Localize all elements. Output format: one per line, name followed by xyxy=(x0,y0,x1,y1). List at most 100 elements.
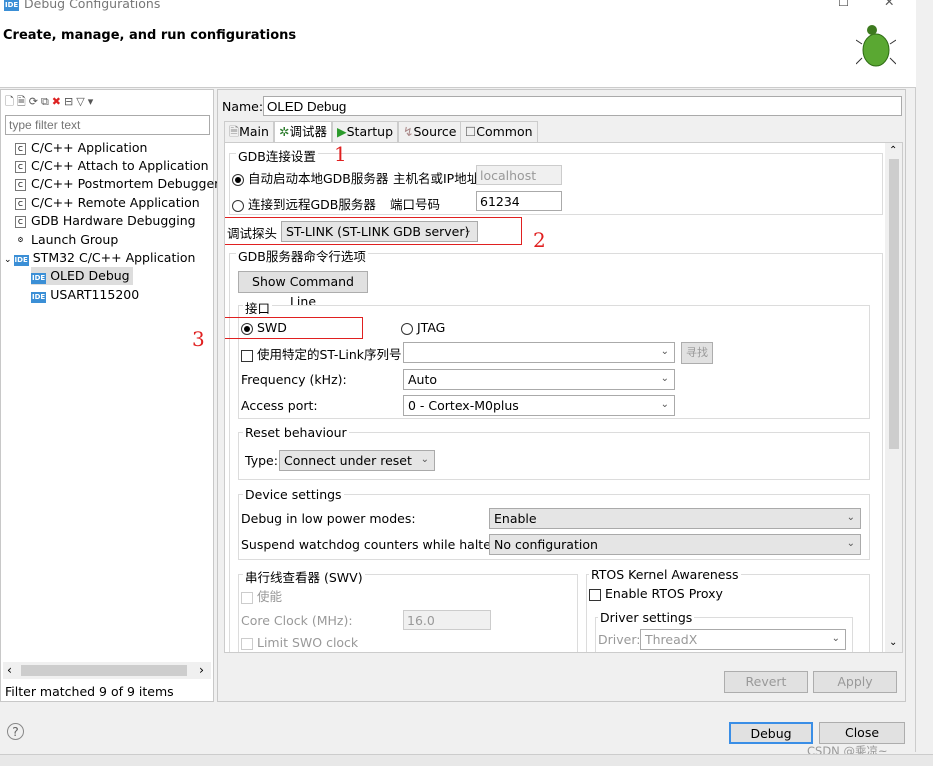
close-button[interactable]: Close xyxy=(819,722,905,744)
tree-item-label: USART115200 xyxy=(50,287,140,302)
tab-source[interactable]: ↯Source xyxy=(398,121,462,142)
annotation-3: 3 xyxy=(192,327,205,351)
show-command-line-button[interactable]: Show Command Line xyxy=(238,271,368,309)
tree-item-stm32[interactable]: ⌄ IDE STM32 C/C++ Application xyxy=(4,249,195,267)
expand-chevron-icon[interactable]: ⌄ xyxy=(4,255,12,265)
driver-select[interactable]: ThreadX ⌄ xyxy=(640,629,846,650)
tree-item-cpp-application[interactable]: C C/C++ Application xyxy=(15,139,147,157)
tab-startup[interactable]: ▶Startup xyxy=(332,121,399,142)
view-menu-icon[interactable]: ▾ xyxy=(88,95,97,108)
low-power-select[interactable]: Enable ⌄ xyxy=(489,508,861,529)
core-clock-input[interactable]: 16.0 xyxy=(403,610,491,630)
c-icon: C xyxy=(15,160,26,173)
rtos-proxy-checkbox[interactable]: Enable RTOS Proxy xyxy=(589,586,723,601)
name-input[interactable] xyxy=(263,96,902,116)
tab-label: 调试器 xyxy=(289,124,327,139)
use-serial-checkbox[interactable]: 使用特定的ST-Link序列号 xyxy=(241,344,402,363)
frequency-label: Frequency (kHz): xyxy=(241,372,347,387)
chevron-down-icon: ⌄ xyxy=(660,346,669,357)
tab-main[interactable]: 🗎Main xyxy=(224,121,274,142)
checkbox-label: Enable RTOS Proxy xyxy=(605,586,723,601)
rtos-group: RTOS Kernel Awareness Enable RTOS Proxy … xyxy=(586,567,870,652)
configuration-editor: Name: 🗎Main ✲调试器 ▶Startup ↯Source ☐Commo… xyxy=(217,89,906,702)
duplicate-icon[interactable]: ⧉ xyxy=(41,95,52,108)
debug-button[interactable]: Debug xyxy=(729,722,813,744)
tree-item-cpp-postmortem[interactable]: C C/C++ Postmortem Debugger xyxy=(15,175,219,193)
tree-item-label: GDB Hardware Debugging xyxy=(31,213,196,228)
reset-type-select[interactable]: Connect under reset ⌄ xyxy=(279,450,435,471)
tab-bar: 🗎Main ✲调试器 ▶Startup ↯Source ☐Common xyxy=(224,121,544,143)
serial-select[interactable]: ⌄ xyxy=(403,342,675,363)
annotation-2: 2 xyxy=(533,228,546,252)
ide-icon: IDE xyxy=(4,0,20,11)
apply-button[interactable]: Apply xyxy=(813,671,897,693)
c-icon: C xyxy=(15,197,26,210)
auto-start-radio[interactable]: 自动启动本地GDB服务器 xyxy=(232,168,388,187)
tree-item-label: Launch Group xyxy=(31,232,119,247)
tab-common[interactable]: ☐Common xyxy=(460,121,538,142)
maximize-button[interactable]: ☐ xyxy=(838,0,849,9)
select-value: No configuration xyxy=(494,537,598,552)
new-prototype-icon[interactable]: 🗎 xyxy=(17,95,29,108)
watchdog-select[interactable]: No configuration ⌄ xyxy=(489,534,861,555)
scroll-up-icon[interactable]: ⌃ xyxy=(889,145,897,156)
scroll-right-icon[interactable]: › xyxy=(199,662,204,677)
tree-item-launch-group[interactable]: ⚙ Launch Group xyxy=(15,231,118,249)
frequency-select[interactable]: Auto ⌄ xyxy=(403,369,675,390)
radio-label: SWD xyxy=(257,320,287,335)
radio-label: JTAG xyxy=(417,320,446,335)
probe-select[interactable]: ST-LINK (ST-LINK GDB server) ⌄ xyxy=(281,221,478,242)
checkbox-label: 使用特定的ST-Link序列号 xyxy=(257,347,402,362)
tree-item-label: C/C++ Remote Application xyxy=(31,195,200,210)
scrollbar-thumb[interactable] xyxy=(21,665,187,676)
horizontal-scrollbar[interactable]: ‹ › xyxy=(3,662,211,679)
revert-button[interactable]: Revert xyxy=(724,671,808,693)
host-input[interactable]: localhost xyxy=(476,165,562,185)
port-input[interactable]: 61234 xyxy=(476,191,562,211)
tree-item-label: C/C++ Postmortem Debugger xyxy=(31,176,220,191)
filter-status: Filter matched 9 of 9 items xyxy=(5,684,174,699)
filter-icon[interactable]: ▽ xyxy=(76,95,87,108)
ide-icon: IDE xyxy=(31,292,47,303)
checkbox-label: Limit SWO clock xyxy=(257,635,359,650)
reset-group: Reset behaviour Type: Connect under rese… xyxy=(238,425,870,480)
export-icon[interactable]: ⟳ xyxy=(29,95,41,108)
tab-debugger[interactable]: ✲调试器 xyxy=(274,121,332,142)
access-port-select[interactable]: 0 - Cortex-M0plus ⌄ xyxy=(403,395,675,416)
limit-swo-checkbox[interactable]: Limit SWO clock xyxy=(241,635,358,650)
gdb-connection-group: GDB连接设置 自动启动本地GDB服务器 主机名或IP地址 localhost … xyxy=(229,146,883,215)
tab-label: Main xyxy=(239,124,269,139)
chevron-down-icon: ⌄ xyxy=(846,538,855,549)
tree-item-usart115200[interactable]: IDE USART115200 xyxy=(31,286,139,304)
tab-label: Source xyxy=(413,124,457,139)
jtag-radio[interactable]: JTAG xyxy=(401,320,445,335)
filter-input[interactable] xyxy=(5,115,210,135)
select-value: ST-LINK (ST-LINK GDB server) xyxy=(286,224,470,239)
configuration-tree: C C/C++ Application C C/C++ Attach to Appl… xyxy=(1,139,219,659)
bug-icon xyxy=(856,25,896,67)
tree-item-oled-debug[interactable]: IDE OLED Debug xyxy=(31,267,133,285)
chevron-down-icon: ⌄ xyxy=(846,512,855,523)
vertical-scrollbar[interactable]: ⌃ ⌄ xyxy=(885,143,902,652)
find-button[interactable]: 寻找 xyxy=(681,342,713,364)
scrollbar-thumb[interactable] xyxy=(889,159,899,449)
name-label: Name: xyxy=(222,99,264,114)
scroll-left-icon[interactable]: ‹ xyxy=(7,662,12,677)
help-icon[interactable]: ? xyxy=(7,723,24,740)
scroll-down-icon[interactable]: ⌄ xyxy=(889,637,897,648)
delete-icon[interactable]: ✖ xyxy=(52,95,64,108)
annotation-1: 1 xyxy=(334,142,347,166)
remote-radio[interactable]: 连接到远程GDB服务器 xyxy=(232,194,376,213)
tree-item-cpp-attach[interactable]: C C/C++ Attach to Application xyxy=(15,157,209,175)
tree-item-cpp-remote[interactable]: C C/C++ Remote Application xyxy=(15,194,200,212)
close-window-button[interactable]: ✕ xyxy=(884,0,894,9)
swv-enable-checkbox[interactable]: 使能 xyxy=(241,586,282,605)
core-clock-label: Core Clock (MHz): xyxy=(241,613,353,628)
new-config-icon[interactable]: 🗋 xyxy=(5,95,17,108)
swd-radio[interactable]: SWD xyxy=(241,320,287,335)
debugger-tab-content: GDB连接设置 自动启动本地GDB服务器 主机名或IP地址 localhost … xyxy=(224,142,903,653)
chevron-down-icon: ⌄ xyxy=(660,399,669,410)
group-title: 接口 xyxy=(243,298,273,317)
collapse-all-icon[interactable]: ⊟ xyxy=(64,95,76,108)
tree-item-gdb-hardware[interactable]: C GDB Hardware Debugging xyxy=(15,212,196,230)
